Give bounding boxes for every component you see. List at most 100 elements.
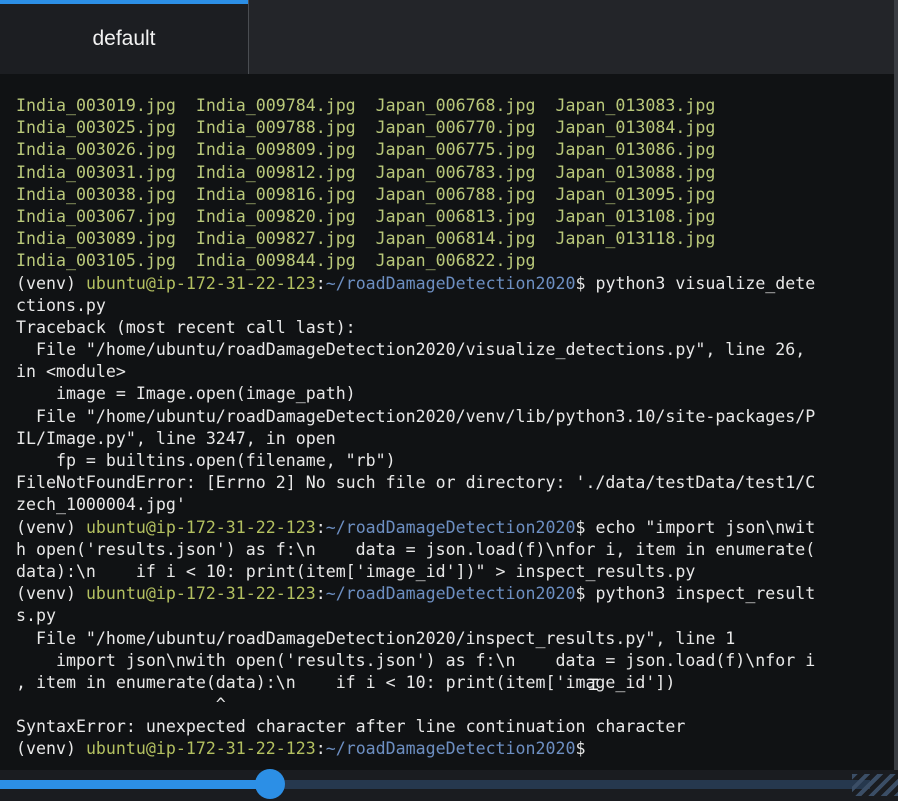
output-text: fp = builtins.open(filename, "rb") [16,451,396,470]
output-line: s.py [16,605,815,627]
output-line: FileNotFoundError: [Errno 2] No such fil… [16,472,815,494]
output-line: IL/Image.py", line 3247, in open [16,428,815,450]
prompt-line: (venv) ubuntu@ip-172-31-22-123:~/roadDam… [16,517,815,539]
file-name: Japan_006813.jpg [375,206,556,226]
prompt-line: (venv) ubuntu@ip-172-31-22-123:~/roadDam… [16,738,815,760]
file-name: Japan_013086.jpg [555,140,716,160]
output-line: import json\nwith open('results.json') a… [16,650,815,672]
output-line: File "/home/ubuntu/roadDamageDetection20… [16,339,815,361]
output-text: h open('results.json') as f:\n data = js… [16,539,816,559]
output-text: File "/home/ubuntu/roadDamageDetection20… [16,628,736,648]
file-listing-row: India_003089.jpg India_009827.jpg Japan_… [16,228,815,250]
output-text: import json\nwith open('results.json') a… [16,650,816,670]
file-name: India_003025.jpg [16,118,196,138]
file-name: Japan_013108.jpg [555,206,716,226]
file-name: Japan_013083.jpg [555,96,716,115]
prompt-dollar: $ [575,584,586,604]
file-name: Japan_006788.jpg [375,184,556,204]
prompt-dollar: $ [575,273,586,293]
file-name: India_003019.jpg [16,96,196,115]
file-name: India_009827.jpg [195,229,376,249]
output-line: Traceback (most recent call last): [16,317,815,339]
file-listing-row: India_003105.jpg India_009844.jpg Japan_… [16,250,815,272]
output-text: s.py [16,606,56,626]
file-name: India_003105.jpg [16,251,196,271]
prompt-path: ~/roadDamageDetection2020 [325,739,576,759]
file-name: Japan_006814.jpg [375,229,556,249]
prompt-user-host: ubuntu@ip-172-31-22-123 [85,273,316,293]
prompt-venv: (venv) [16,273,86,293]
output-line: SyntaxError: unexpected character after … [16,716,815,738]
output-text: ctions.py [16,295,106,315]
file-name: India_009809.jpg [195,140,376,160]
tab-bar: default [0,0,898,74]
terminal-window: default India_003019.jpg India_009784.jp… [0,0,898,801]
output-line: File "/home/ubuntu/roadDamageDetection20… [16,406,815,428]
file-name: Japan_006770.jpg [375,118,556,138]
file-name: India_009812.jpg [195,162,376,182]
output-text: zech_1000004.jpg' [16,495,186,515]
output-text: , item in enumerate(data):\n if i < 10: … [16,672,676,692]
prompt-line: (venv) ubuntu@ip-172-31-22-123:~/roadDam… [16,583,815,605]
drag-grip-icon[interactable] [852,774,898,796]
tab-default[interactable]: default [0,0,249,74]
file-listing-row: India_003026.jpg India_009809.jpg Japan_… [16,139,815,161]
output-text: File "/home/ubuntu/roadDamageDetection20… [16,340,806,360]
file-name: India_003031.jpg [16,162,196,182]
output-line: , item in enumerate(data):\n if i < 10: … [16,672,815,694]
prompt-user-host: ubuntu@ip-172-31-22-123 [85,584,316,604]
file-name: India_003067.jpg [16,206,196,226]
output-text: data):\n if i < 10: print(item['image_id… [16,561,696,581]
file-name: Japan_013084.jpg [555,118,716,138]
prompt-colon: : [315,739,326,759]
file-name: India_009784.jpg [195,96,376,115]
output-text: File "/home/ubuntu/roadDamageDetection20… [16,406,816,426]
video-scrubber[interactable] [0,769,898,801]
terminal-output[interactable]: India_003019.jpg India_009784.jpg Japan_… [0,74,894,770]
output-text: image = Image.open(image_path) [16,384,356,404]
file-listing-row: India_003038.jpg India_009816.jpg Japan_… [16,184,815,206]
output-line: image = Image.open(image_path) [16,383,815,405]
command-text: python3 inspect_result [585,584,816,604]
output-line: zech_1000004.jpg' [16,494,815,516]
file-name: Japan_013088.jpg [555,162,716,182]
prompt-dollar: $ [575,739,586,759]
output-line: File "/home/ubuntu/roadDamageDetection20… [16,628,815,650]
file-name: India_009788.jpg [195,118,376,138]
active-tab-indicator [0,0,248,4]
text-cursor-icon: ⌶ [588,674,599,695]
file-listing-row: India_003067.jpg India_009820.jpg Japan_… [16,206,815,228]
prompt-colon: : [315,584,326,604]
output-text: SyntaxError: unexpected character after … [16,717,686,737]
prompt-colon: : [315,273,326,293]
output-line: ctions.py [16,295,815,317]
output-text: Traceback (most recent call last): [16,317,356,337]
output-line: h open('results.json') as f:\n data = js… [16,539,815,561]
file-name: India_003038.jpg [16,184,196,204]
file-name: India_009844.jpg [195,251,376,271]
prompt-path: ~/roadDamageDetection2020 [325,273,576,293]
prompt-user-host: ubuntu@ip-172-31-22-123 [85,739,316,759]
file-name: Japan_006768.jpg [375,96,556,115]
file-name: India_009816.jpg [195,184,376,204]
output-text: in <module> [16,362,126,382]
prompt-venv: (venv) [16,584,86,604]
prompt-path: ~/roadDamageDetection2020 [325,584,576,604]
file-name: India_003089.jpg [16,229,196,249]
prompt-colon: : [315,517,326,537]
window-edge [894,0,898,801]
prompt-line: (venv) ubuntu@ip-172-31-22-123:~/roadDam… [16,273,815,295]
command-text: echo "import json\nwit [585,517,816,537]
output-line: in <module> [16,361,815,383]
file-name: Japan_013118.jpg [555,229,716,249]
output-text: IL/Image.py", line 3247, in open [16,428,336,448]
output-line: ^ [16,694,815,716]
prompt-venv: (venv) [16,739,86,759]
file-name: Japan_006783.jpg [375,162,556,182]
file-listing-row: India_003025.jpg India_009788.jpg Japan_… [16,117,815,139]
output-text: ^ [16,695,226,715]
file-name: Japan_006822.jpg [375,251,556,271]
scrubber-handle[interactable] [255,769,285,799]
file-name: India_003026.jpg [16,140,196,160]
file-listing-row: India_003031.jpg India_009812.jpg Japan_… [16,162,815,184]
